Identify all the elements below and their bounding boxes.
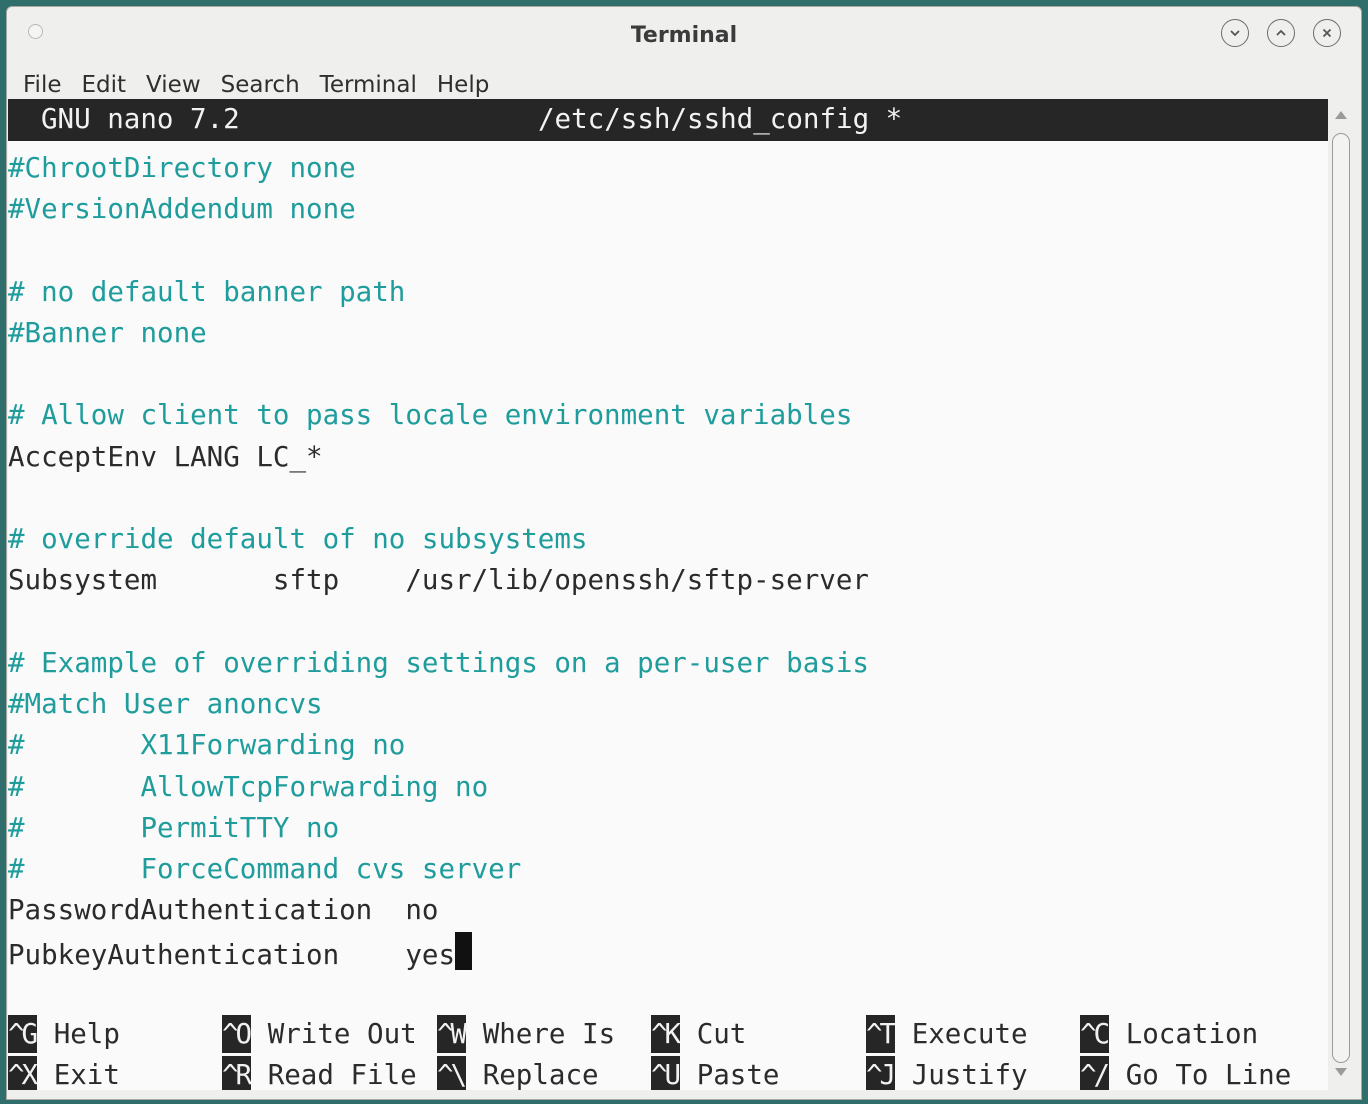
editor-line[interactable]: #ChrootDirectory none <box>8 148 356 189</box>
editor-line[interactable]: #Match User anoncvs <box>8 684 323 725</box>
shortcut-label: Where Is <box>482 1018 616 1050</box>
shortcut-where-is[interactable]: ^W Where Is <box>437 1014 615 1055</box>
shortcut-label: Justify <box>911 1059 1028 1090</box>
vertical-scrollbar[interactable] <box>1328 99 1354 1090</box>
shortcut-go-to-line[interactable]: ^/ Go To Line <box>1080 1055 1291 1090</box>
shortcut-execute[interactable]: ^T Execute <box>866 1014 1028 1055</box>
shortcut-exit[interactable]: ^X Exit <box>8 1055 120 1090</box>
shortcut-label: Cut <box>696 1018 747 1050</box>
menu-help[interactable]: Help <box>437 72 489 98</box>
scrollbar-thumb[interactable] <box>1332 133 1350 1063</box>
shortcut-label: Help <box>53 1018 120 1050</box>
close-icon <box>1322 28 1332 38</box>
shortcut-cut[interactable]: ^K Cut <box>651 1014 746 1055</box>
editor-line[interactable]: # AllowTcpForwarding no <box>8 767 488 808</box>
nano-version: GNU nano 7.2 <box>41 103 240 135</box>
shortcut-label: Go To Line <box>1125 1059 1292 1090</box>
shortcut-key: ^O <box>222 1015 252 1053</box>
editor-line[interactable]: # X11Forwarding no <box>8 725 405 766</box>
shortcut-key: ^\ <box>437 1056 467 1090</box>
minimize-button[interactable] <box>1221 19 1249 47</box>
menu-file[interactable]: File <box>23 72 62 98</box>
maximize-button[interactable] <box>1267 19 1295 47</box>
editor-line[interactable]: #Banner none <box>8 313 207 354</box>
shortcut-key: ^G <box>8 1015 38 1053</box>
chevron-down-icon <box>1230 30 1240 37</box>
editor-line[interactable]: #VersionAddendum none <box>8 189 356 230</box>
shortcut-justify[interactable]: ^J Justify <box>866 1055 1028 1090</box>
terminal-content[interactable]: GNU nano 7.2 /etc/ssh/sshd_config * #Chr… <box>8 99 1328 1090</box>
window-title: Terminal <box>630 23 738 48</box>
shortcut-key: ^K <box>651 1015 681 1053</box>
text-cursor <box>455 932 473 970</box>
editor-line[interactable]: # no default banner path <box>8 272 405 313</box>
menu-search[interactable]: Search <box>221 72 300 98</box>
editor-line[interactable]: # Allow client to pass locale environmen… <box>8 395 852 436</box>
editor-line[interactable]: # ForceCommand cvs server <box>8 849 521 890</box>
shortcut-label: Read File <box>267 1059 417 1090</box>
shortcut-help[interactable]: ^G Help <box>8 1014 120 1055</box>
shortcut-write-out[interactable]: ^O Write Out <box>222 1014 417 1055</box>
shortcut-key: ^/ <box>1080 1056 1110 1090</box>
close-button[interactable] <box>1313 19 1341 47</box>
shortcut-replace[interactable]: ^\ Replace <box>437 1055 599 1090</box>
shortcut-key: ^C <box>1080 1015 1110 1053</box>
current-line-text: PubkeyAuthentication yes <box>8 939 456 971</box>
scroll-up-arrow-icon[interactable] <box>1335 111 1347 119</box>
shortcut-paste[interactable]: ^U Paste <box>651 1055 779 1090</box>
editor-line[interactable]: AcceptEnv LANG LC_* <box>8 437 323 478</box>
shortcut-key: ^R <box>222 1056 252 1090</box>
editor-line[interactable]: Subsystem sftp /usr/lib/openssh/sftp-ser… <box>8 560 869 601</box>
shortcut-label: Paste <box>696 1059 780 1090</box>
scroll-down-arrow-icon[interactable] <box>1335 1068 1347 1076</box>
shortcut-label: Location <box>1125 1018 1259 1050</box>
shortcut-label: Replace <box>482 1059 599 1090</box>
menu-view[interactable]: View <box>146 72 201 98</box>
shortcut-key: ^U <box>651 1056 681 1090</box>
shortcut-label: Execute <box>911 1018 1028 1050</box>
shortcut-row-1: ^G Help ^O Write Out ^W Where Is ^K Cut … <box>8 1014 1328 1055</box>
nano-header-bar: GNU nano 7.2 /etc/ssh/sshd_config * <box>8 99 1328 141</box>
shortcut-row-2: ^X Exit ^R Read File ^\ Replace ^U Paste… <box>8 1055 1328 1090</box>
shortcut-key: ^W <box>437 1015 467 1053</box>
menu-terminal[interactable]: Terminal <box>320 72 417 98</box>
shortcut-key: ^J <box>866 1056 896 1090</box>
editor-line-current[interactable]: PubkeyAuthentication yes <box>8 932 473 973</box>
shortcut-label: Write Out <box>267 1018 417 1050</box>
shortcut-read-file[interactable]: ^R Read File <box>222 1055 417 1090</box>
nano-filename: /etc/ssh/sshd_config * <box>538 103 903 135</box>
chevron-up-icon <box>1276 29 1286 36</box>
menu-edit[interactable]: Edit <box>82 72 127 98</box>
title-bar[interactable]: Terminal <box>7 7 1361 61</box>
editor-line[interactable]: PasswordAuthentication no <box>8 890 438 931</box>
editor-line[interactable]: # Example of overriding settings on a pe… <box>8 643 869 684</box>
shortcut-label: Exit <box>53 1059 120 1090</box>
editor-line[interactable]: # PermitTTY no <box>8 808 339 849</box>
shortcut-location[interactable]: ^C Location <box>1080 1014 1258 1055</box>
shortcut-key: ^T <box>866 1015 896 1053</box>
shortcut-key: ^X <box>8 1056 38 1090</box>
editor-line[interactable]: # override default of no subsystems <box>8 519 587 560</box>
